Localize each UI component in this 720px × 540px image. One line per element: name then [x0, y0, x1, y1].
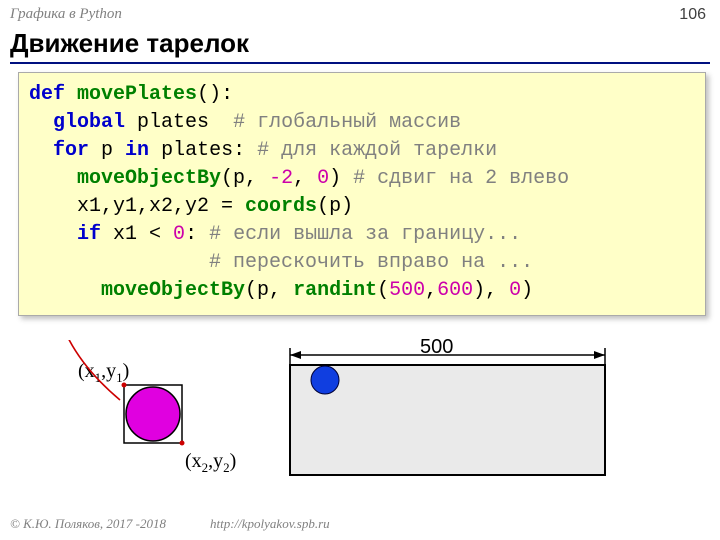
code-text: p [89, 139, 125, 162]
number: 0 [173, 223, 185, 246]
code-text: , [293, 167, 317, 190]
code-text: (p, [245, 279, 293, 302]
footer-copyright: © К.Ю. Поляков, 2017 -2018 [10, 516, 166, 532]
comment: # перескочить вправо на ... [209, 251, 533, 274]
corner-marker [180, 441, 185, 446]
code-text: ) [521, 279, 533, 302]
corner-marker [122, 383, 127, 388]
footer-url: http://kpolyakov.spb.ru [210, 516, 330, 532]
code-text: ) [329, 167, 353, 190]
code-text: plates: [149, 139, 257, 162]
kw-global: global [53, 111, 125, 134]
code-text: ( [377, 279, 389, 302]
fn-name: movePlates [77, 83, 197, 106]
slide-title: Движение тарелок [10, 28, 249, 59]
fn-call: moveObjectBy [77, 167, 221, 190]
kw-def: def [29, 83, 65, 106]
fn-call: coords [245, 195, 317, 218]
fn-call: randint [293, 279, 377, 302]
code-text: (p, [221, 167, 269, 190]
header-topic: Графика в Python [10, 6, 122, 23]
indent [29, 251, 209, 274]
number: 0 [509, 279, 521, 302]
title-rule [10, 62, 710, 64]
code-text: (): [197, 83, 233, 106]
arrow-head [594, 351, 605, 359]
kw-if: if [77, 223, 101, 246]
number: 600 [437, 279, 473, 302]
code-block: def movePlates(): global plates # глобал… [18, 72, 706, 316]
indent [29, 139, 53, 162]
code-text: plates [125, 111, 233, 134]
number: -2 [269, 167, 293, 190]
fn-call: moveObjectBy [101, 279, 245, 302]
indent [29, 223, 77, 246]
code-text: (p) [317, 195, 353, 218]
indent [29, 167, 77, 190]
ball-icon [311, 366, 339, 394]
diagram-svg [0, 340, 720, 500]
plate-circle [126, 387, 180, 441]
page-number: 106 [679, 6, 706, 24]
comment: # для каждой тарелки [257, 139, 497, 162]
kw-for: for [53, 139, 89, 162]
number: 0 [317, 167, 329, 190]
indent [29, 111, 53, 134]
code-text: x1,y1,x2,y2 = [29, 195, 245, 218]
callout-arrow [53, 340, 120, 400]
comment: # глобальный массив [233, 111, 461, 134]
indent [29, 279, 101, 302]
comment: # сдвиг на 2 влево [353, 167, 569, 190]
arrow-head [290, 351, 301, 359]
code-text: , [425, 279, 437, 302]
kw-in: in [125, 139, 149, 162]
code-text: x1 < [101, 223, 173, 246]
code-text: ), [473, 279, 509, 302]
number: 500 [389, 279, 425, 302]
comment: # если вышла за границу... [209, 223, 521, 246]
code-text: : [185, 223, 209, 246]
